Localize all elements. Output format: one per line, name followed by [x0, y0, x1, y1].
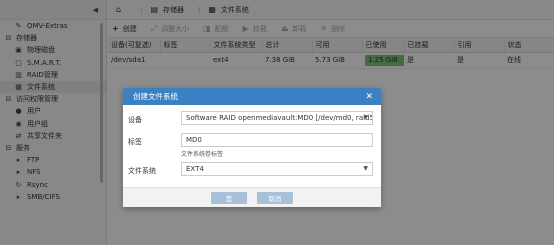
label-input[interactable]: MD0: [181, 133, 373, 147]
dialog-title: 创建文件系统: [133, 92, 178, 101]
device-label: 设备: [128, 116, 142, 124]
create-filesystem-dialog: 创建文件系统 ✕ 设备 Software RAID openmediavault…: [123, 88, 381, 207]
close-icon[interactable]: ✕: [365, 92, 373, 102]
ok-button[interactable]: 是: [211, 191, 247, 204]
filesystem-select[interactable]: EXT4 ▼: [181, 162, 373, 176]
label-hint: 文件系统卷标签: [181, 151, 224, 158]
filesystem-label: 文件系统: [128, 167, 156, 175]
filesystem-row: 文件系统 EXT4 ▼: [128, 162, 376, 176]
dialog-footer: 是 取消: [123, 187, 381, 207]
cancel-button[interactable]: 取消: [257, 191, 293, 204]
chevron-down-icon: ▼: [363, 165, 368, 172]
device-row: 设备 Software RAID openmediavault:MD0 [/de…: [128, 111, 376, 125]
filesystem-select-value: EXT4: [186, 165, 204, 173]
label-input-value: MD0: [186, 136, 202, 144]
chevron-down-icon: ▼: [363, 114, 368, 121]
device-select-value: Software RAID openmediavault:MD0 [/dev/m…: [186, 114, 373, 122]
device-select[interactable]: Software RAID openmediavault:MD0 [/dev/m…: [181, 111, 373, 125]
label-label: 标签: [128, 138, 142, 146]
dialog-header: 创建文件系统 ✕: [123, 88, 381, 105]
label-row: 标签 MD0: [128, 133, 376, 147]
